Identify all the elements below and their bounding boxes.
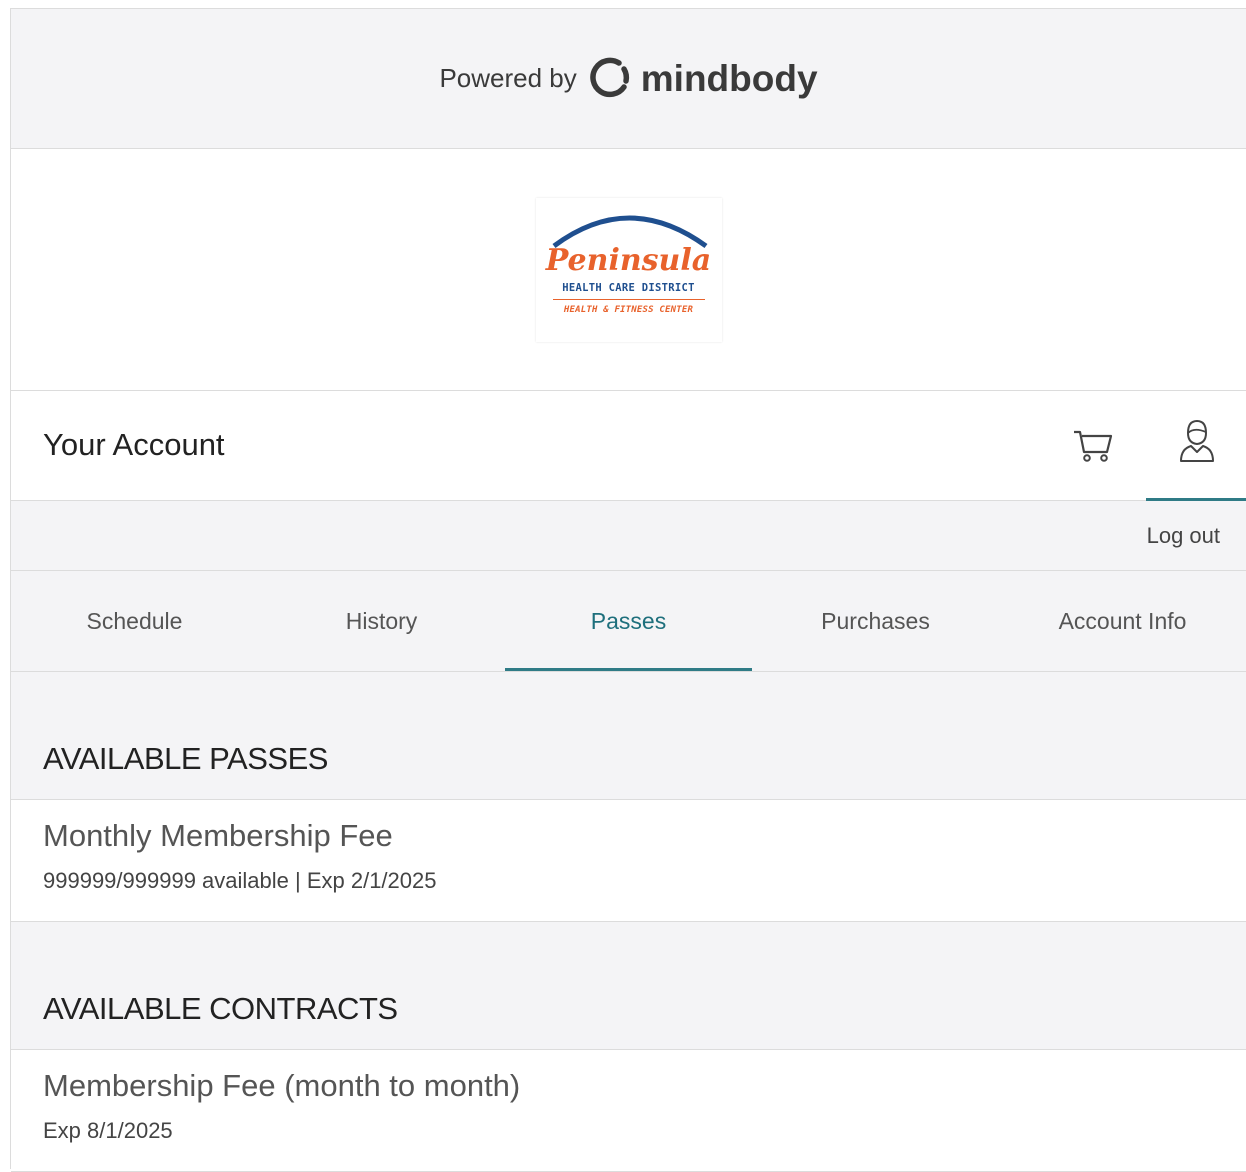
- pass-details: 999999/999999 available | Exp 2/1/2025: [43, 868, 437, 893]
- mindbody-circle-icon: [589, 57, 629, 97]
- passes-section-header: AVAILABLE PASSES: [11, 672, 1246, 800]
- powered-by-header: Powered by mindbody: [11, 9, 1246, 149]
- logo-divider: [552, 298, 705, 300]
- tab-schedule[interactable]: Schedule: [11, 571, 258, 671]
- user-profile-icon: [1179, 419, 1214, 462]
- cart-icon: [1074, 430, 1113, 462]
- page-title: Your Account: [43, 427, 225, 462]
- contracts-section-title: AVAILABLE CONTRACTS: [43, 991, 398, 1026]
- logout-row: Log out: [11, 501, 1246, 571]
- pass-list-item[interactable]: Monthly Membership Fee 999999/999999 ava…: [11, 800, 1246, 922]
- tab-account-info[interactable]: Account Info: [999, 571, 1246, 671]
- business-logo-area: Peninsula HEALTH CARE DISTRICT HEALTH & …: [11, 149, 1246, 391]
- logo-line-2: HEALTH & FITNESS CENTER: [563, 304, 694, 315]
- tab-history[interactable]: History: [258, 571, 505, 671]
- contract-name: Membership Fee (month to month): [43, 1068, 521, 1103]
- page-frame: Powered by mindbody Peninsula HEALTH CAR…: [10, 8, 1246, 1172]
- cart-button[interactable]: [1069, 425, 1117, 465]
- contract-list-item[interactable]: Membership Fee (month to month) Exp 8/1/…: [11, 1050, 1246, 1172]
- account-bar: Your Account: [11, 391, 1246, 501]
- logo-line-1: HEALTH CARE DISTRICT: [562, 281, 695, 294]
- powered-by-group: Powered by mindbody: [439, 57, 818, 101]
- pass-name: Monthly Membership Fee: [43, 818, 393, 853]
- contract-details: Exp 8/1/2025: [43, 1118, 173, 1143]
- powered-by-text: Powered by: [439, 63, 577, 93]
- account-tabs: Schedule History Passes Purchases Accoun…: [11, 571, 1246, 672]
- logo-arc-icon: [552, 215, 707, 248]
- tab-passes[interactable]: Passes: [505, 571, 752, 671]
- profile-button[interactable]: [1146, 409, 1246, 501]
- tab-purchases[interactable]: Purchases: [752, 571, 999, 671]
- business-logo: Peninsula HEALTH CARE DISTRICT HEALTH & …: [535, 197, 722, 342]
- logout-link[interactable]: Log out: [1147, 523, 1220, 549]
- mindbody-wordmark: mindbody: [640, 57, 818, 99]
- contracts-section-header: AVAILABLE CONTRACTS: [11, 922, 1246, 1050]
- passes-section-title: AVAILABLE PASSES: [43, 741, 328, 776]
- mindbody-logo: mindbody: [589, 57, 818, 101]
